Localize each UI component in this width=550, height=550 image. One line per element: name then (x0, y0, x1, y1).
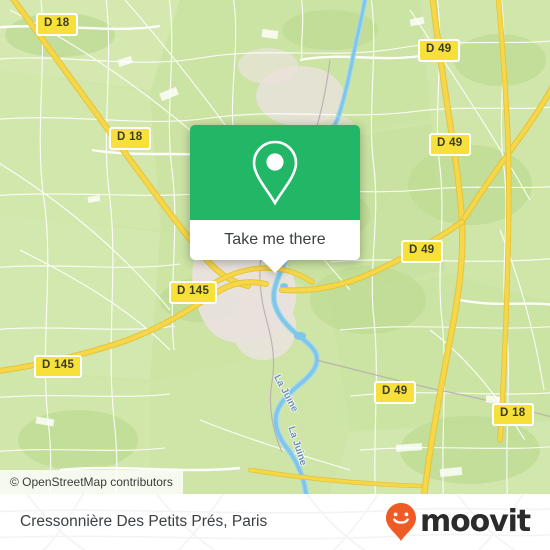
osm-attribution[interactable]: © OpenStreetMap contributors (0, 470, 183, 494)
road-shield: D 18 (36, 13, 78, 36)
map-pin-icon (252, 140, 298, 206)
footer-bar: Cressonnière Des Petits Prés, Paris moov… (0, 494, 550, 550)
place-title: Cressonnière Des Petits Prés, Paris (20, 513, 268, 530)
road-shield: D 49 (401, 240, 443, 263)
road-shield: D 145 (169, 281, 218, 304)
callout-tail (262, 260, 288, 273)
moovit-smiley-pin-icon (385, 503, 416, 541)
callout-pin-panel (190, 125, 360, 220)
moovit-map-screen: D 18 D 49 D 18 D 49 D 49 D 145 D 145 D 49 D 18 L… (0, 0, 550, 550)
take-me-there-label: Take me there (224, 231, 326, 248)
map-canvas[interactable]: D 18 D 49 D 18 D 49 D 49 D 145 D 145 D 49 D 18 L… (0, 0, 550, 494)
road-shield: D 49 (418, 39, 460, 62)
road-shield: D 18 (109, 127, 151, 150)
road-shield: D 49 (374, 381, 416, 404)
road-shield: D 49 (429, 133, 471, 156)
moovit-logo[interactable]: moovit (384, 502, 531, 542)
moovit-wordmark: moovit (419, 504, 531, 539)
take-me-there-button[interactable]: Take me there (190, 220, 360, 273)
road-shield: D 145 (34, 355, 83, 378)
road-shield: D 18 (492, 403, 534, 426)
destination-callout[interactable]: Take me there (190, 125, 360, 273)
